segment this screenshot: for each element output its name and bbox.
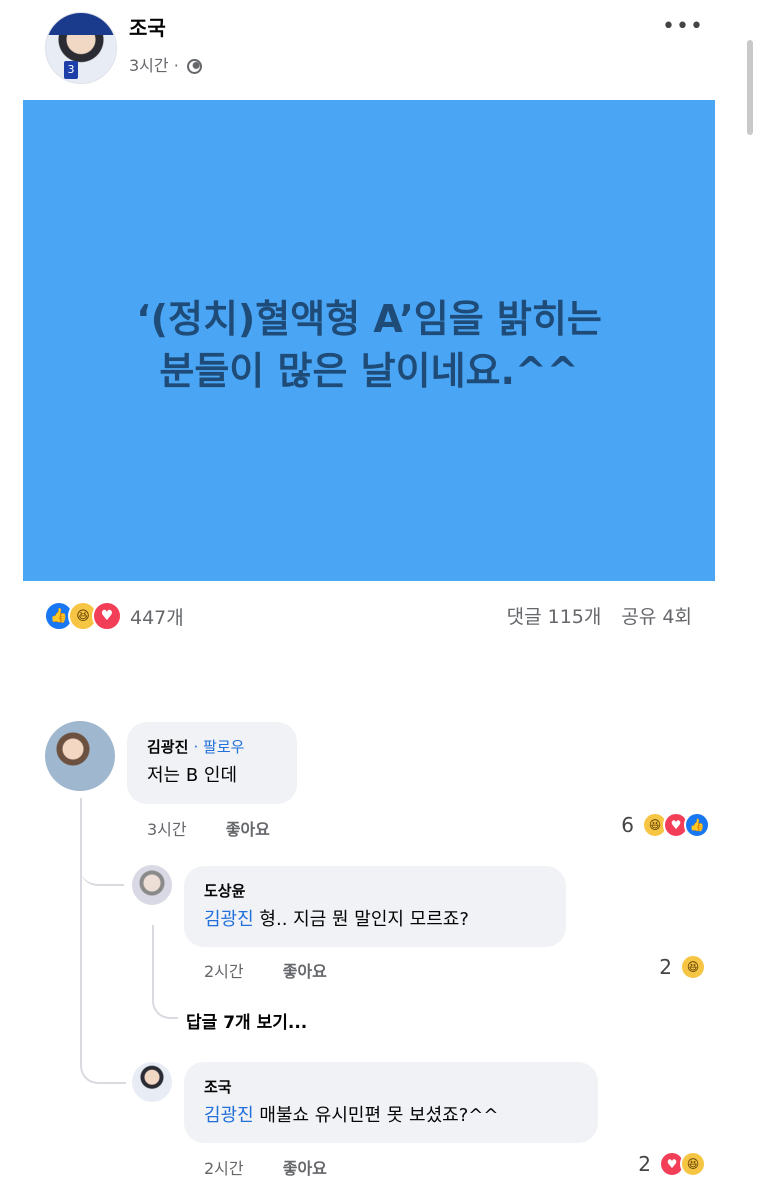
reaction-summary[interactable]: 👍 😆 ♥ 447개 — [44, 601, 184, 631]
more-dots-icon[interactable]: ••• — [662, 14, 704, 39]
reaction-count: 6 — [621, 813, 634, 837]
post-meta: 3시간 · — [129, 52, 202, 76]
post-time[interactable]: 3시간 · — [129, 56, 179, 75]
engagement-stats: 댓글 115개 공유 4회 — [493, 602, 692, 629]
replier-avatar[interactable] — [132, 1062, 172, 1102]
comment-count[interactable]: 댓글 115개 — [507, 606, 602, 628]
reply-text: 매불쇼 유시민편 못 보셨죠?^^ — [253, 1105, 499, 1126]
avatar-number-badge: 3 — [64, 61, 78, 79]
like-button[interactable]: 좋아요 — [283, 1159, 327, 1178]
reaction-count: 447개 — [130, 606, 184, 629]
post-text: ‘(정치)혈액형 A’임을 밝히는 분들이 많은 날이네요.^^ — [136, 296, 602, 393]
thread-connector — [80, 1052, 126, 1084]
share-count[interactable]: 공유 4회 — [621, 606, 692, 628]
thread-connector — [80, 858, 124, 886]
comment-bubble: 김광진 · 팔로우 저는 B 인데 — [127, 722, 297, 804]
thread-line — [80, 798, 82, 1058]
follow-link[interactable]: · 팔로우 — [194, 738, 245, 756]
love-reaction-icon: ♥ — [92, 601, 122, 631]
reply-author[interactable]: 조국 — [204, 1076, 598, 1097]
reply-thread-connector — [152, 925, 178, 1019]
replier-avatar[interactable] — [132, 865, 172, 905]
reply-bubble: 조국 김광진 매불쇼 유시민편 못 보셨죠?^^ — [184, 1062, 598, 1143]
post-author-name[interactable]: 조국 — [129, 12, 166, 41]
comment-meta: 3시간 좋아요 — [147, 816, 270, 840]
reply-text: 형.. 지금 뭔 말인지 모르죠? — [253, 909, 469, 930]
reply-meta: 2시간 좋아요 — [204, 958, 327, 982]
mention-tag[interactable]: 김광진 — [204, 1105, 254, 1126]
reply-text-line: 김광진 형.. 지금 뭔 말인지 모르죠? — [204, 905, 566, 931]
reply-time[interactable]: 2시간 — [204, 962, 244, 981]
like-reaction-icon: 👍 — [684, 812, 710, 838]
comment-text: 저는 B 인데 — [147, 765, 238, 786]
scrollbar[interactable] — [747, 40, 753, 135]
reply-text-line: 김광진 매불쇼 유시민편 못 보셨죠?^^ — [204, 1101, 598, 1127]
globe-icon — [186, 59, 202, 74]
reply-reactions[interactable]: 2 ♥ 😆 — [638, 1151, 706, 1177]
haha-reaction-icon: 😆 — [680, 954, 706, 980]
reply-reactions[interactable]: 2 😆 — [659, 954, 706, 980]
reaction-count: 2 — [659, 955, 672, 979]
post-text-card: ‘(정치)혈액형 A’임을 밝히는 분들이 많은 날이네요.^^ — [23, 100, 715, 581]
avatar-banner — [46, 13, 116, 35]
reply-author[interactable]: 도상윤 — [204, 880, 566, 901]
reply-time[interactable]: 2시간 — [204, 1159, 244, 1178]
commenter-avatar[interactable] — [45, 721, 115, 791]
comment-author[interactable]: 김광진 — [147, 738, 188, 756]
mention-tag[interactable]: 김광진 — [204, 909, 254, 930]
reaction-count: 2 — [638, 1152, 651, 1176]
haha-reaction-icon: 😆 — [680, 1151, 706, 1177]
comment-time[interactable]: 3시간 — [147, 820, 187, 839]
comment-reactions[interactable]: 6 😆 ♥ 👍 — [621, 812, 710, 838]
like-button[interactable]: 좋아요 — [283, 962, 327, 981]
view-more-replies[interactable]: 답글 7개 보기... — [186, 1008, 307, 1033]
post-author-avatar[interactable]: 3 — [45, 12, 117, 84]
like-button[interactable]: 좋아요 — [226, 820, 270, 839]
reply-bubble: 도상윤 김광진 형.. 지금 뭔 말인지 모르죠? — [184, 866, 566, 947]
reply-meta: 2시간 좋아요 — [204, 1155, 327, 1179]
